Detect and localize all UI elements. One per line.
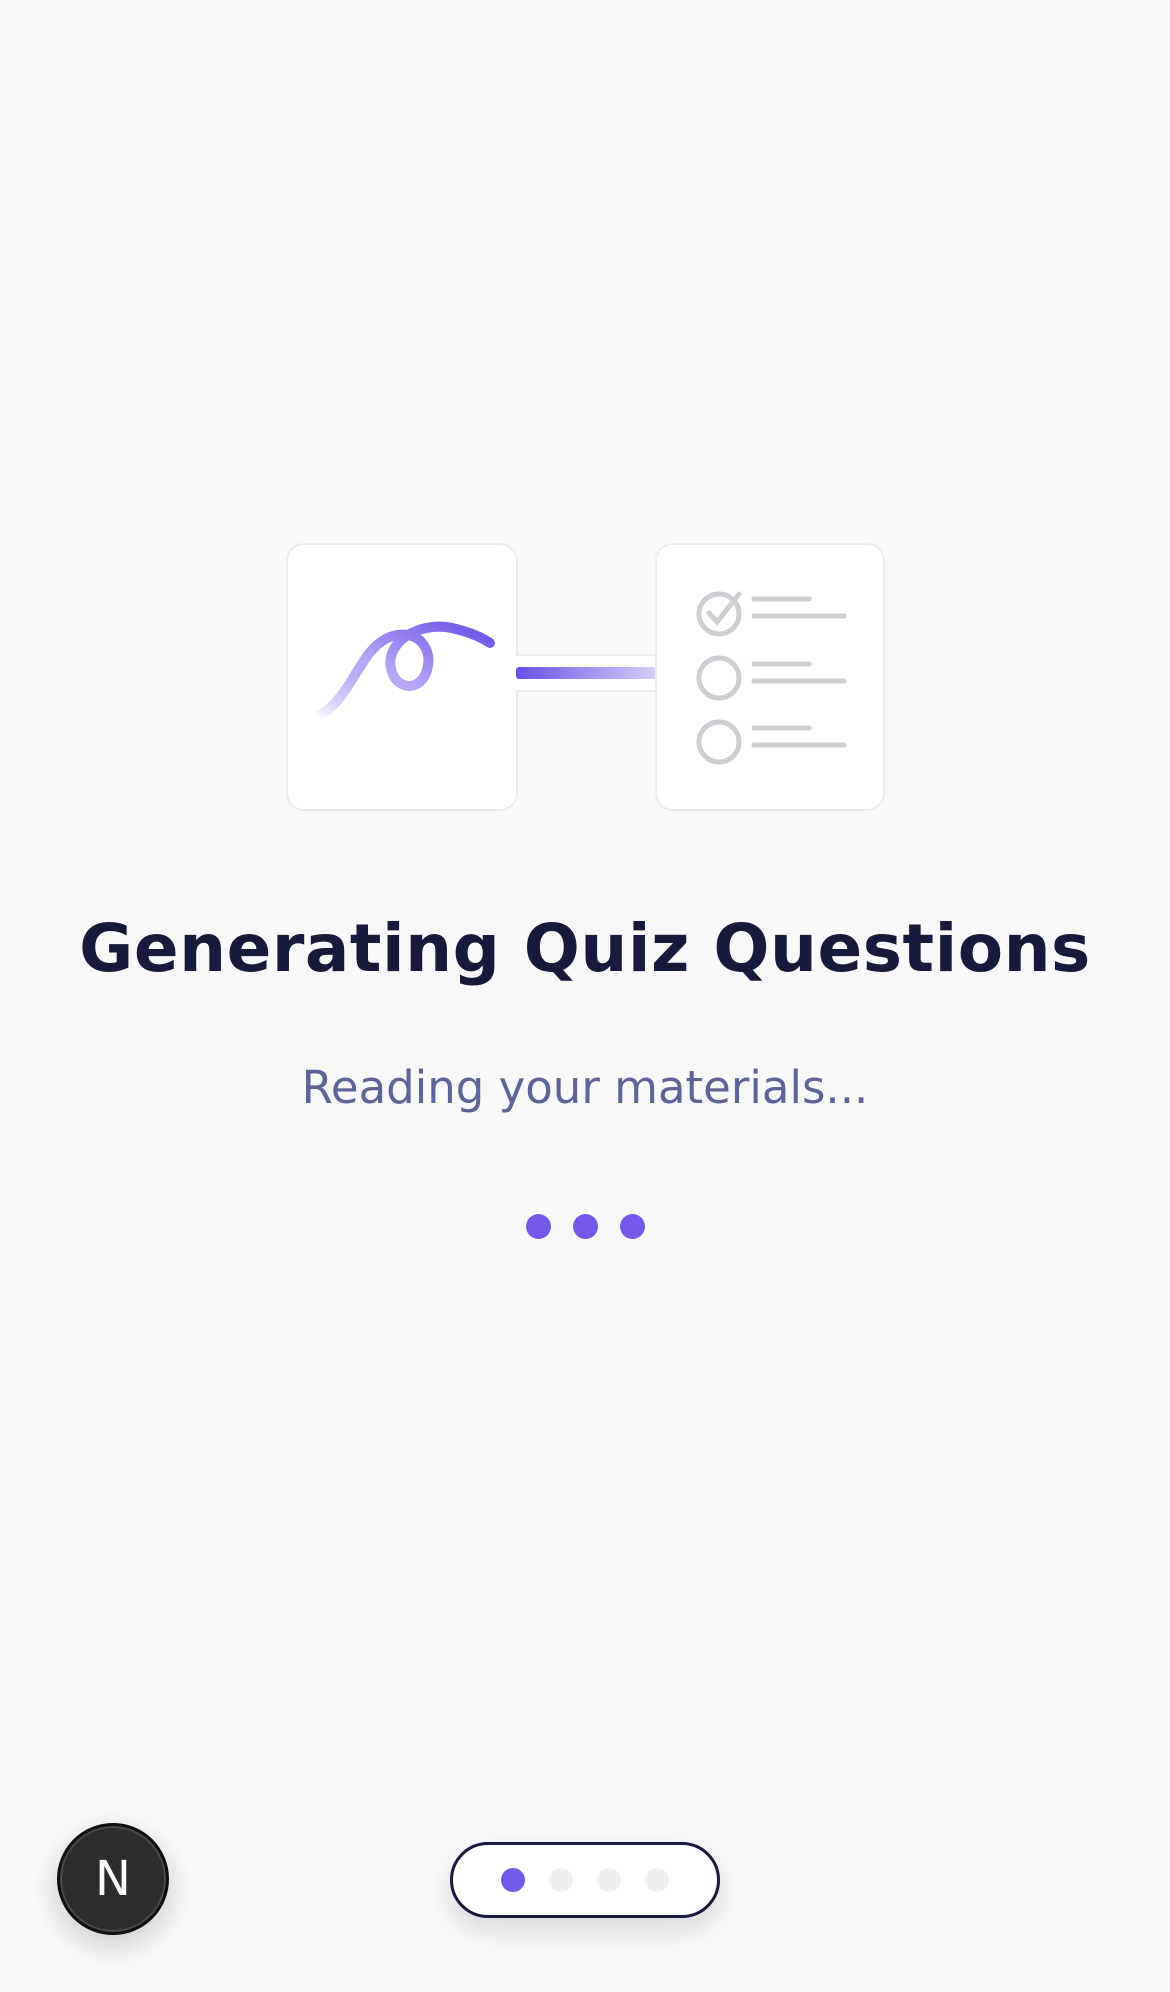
next-button-label: N <box>95 1851 131 1907</box>
page-title: Generating Quiz Questions <box>79 910 1091 987</box>
next-dev-button[interactable]: N <box>57 1823 169 1935</box>
status-message: Reading your materials... <box>301 1061 869 1114</box>
quiz-card <box>655 543 885 811</box>
page-dot-2[interactable] <box>549 1868 573 1892</box>
progress-connector <box>516 654 658 692</box>
loading-indicator <box>0 1214 1170 1240</box>
squiggle-icon <box>311 621 495 722</box>
page-dot-1[interactable] <box>501 1868 525 1892</box>
loading-dot <box>572 1214 598 1239</box>
page-dot-4[interactable] <box>645 1868 669 1892</box>
loading-dot <box>619 1214 645 1239</box>
page-indicator <box>450 1842 720 1918</box>
loading-dot <box>525 1214 551 1239</box>
source-material-card <box>286 543 518 811</box>
page-dot-3[interactable] <box>597 1868 621 1892</box>
checklist-icon <box>696 591 847 765</box>
